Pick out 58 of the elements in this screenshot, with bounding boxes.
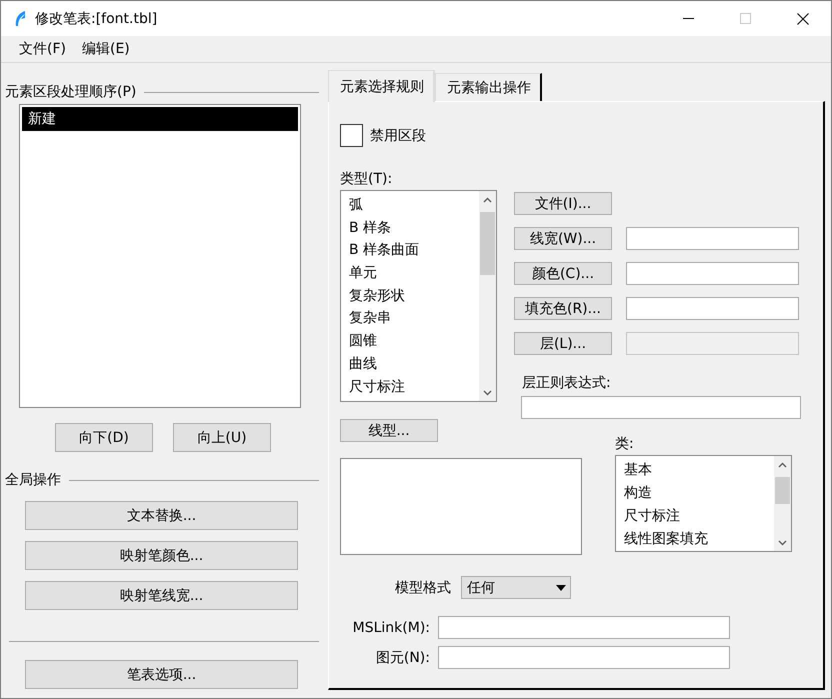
field-label: MSLink(M):: [352, 620, 431, 636]
input-field[interactable]: [626, 227, 799, 250]
move-up-button[interactable]: 向上(U): [173, 423, 271, 452]
model-format-dropdown[interactable]: 任何: [461, 576, 571, 599]
window-title: 修改笔表:[font.tbl]: [35, 10, 158, 28]
action-button[interactable]: 映射笔线宽...: [25, 581, 298, 610]
checkbox[interactable]: [340, 124, 363, 147]
app-icon: [13, 10, 27, 28]
action-button[interactable]: 映射笔颜色...: [25, 541, 298, 570]
input-field[interactable]: [438, 616, 730, 639]
move-down-button[interactable]: 向下(D): [55, 423, 153, 452]
list-item[interactable]: 构造: [618, 482, 772, 505]
list-item[interactable]: B 样条曲面: [343, 239, 477, 262]
attribute-button[interactable]: 文件(I)...: [514, 192, 612, 215]
list-item[interactable]: B 样条: [343, 216, 477, 240]
attribute-button[interactable]: 填充色(R)...: [514, 297, 612, 320]
scroll-up-icon[interactable]: [778, 462, 787, 468]
input-field[interactable]: [626, 297, 799, 320]
group-title: 全局操作: [5, 471, 61, 489]
list-item[interactable]: 曲线: [343, 352, 477, 376]
scroll-up-icon[interactable]: [483, 196, 492, 202]
tab[interactable]: 元素选择规则: [328, 70, 435, 102]
input-field[interactable]: [626, 262, 799, 285]
close-icon[interactable]: [796, 12, 808, 24]
list-item[interactable]: 线性图案填充: [618, 528, 772, 551]
list-item[interactable]: 尺寸标注: [618, 505, 772, 528]
minimize-icon[interactable]: [683, 18, 694, 20]
attribute-button[interactable]: 线宽(W)...: [514, 227, 612, 250]
scroll-down-icon[interactable]: [778, 540, 787, 546]
scrollbar-thumb[interactable]: [775, 477, 790, 504]
menu-item[interactable]: 文件(F): [11, 40, 74, 58]
field-label: 层正则表达式:: [522, 374, 612, 393]
checkbox-label: 禁用区段: [370, 126, 426, 144]
scrollbar-thumb[interactable]: [480, 212, 495, 275]
field-label: 图元(N):: [374, 648, 431, 666]
list-item[interactable]: 圆锥: [343, 330, 477, 353]
list-item[interactable]: 复杂串: [343, 307, 477, 330]
list-item[interactable]: 尺寸标注: [343, 376, 477, 398]
list-item[interactable]: 弧: [343, 194, 477, 217]
tab[interactable]: 元素输出操作: [435, 73, 542, 101]
list-item[interactable]: 新建: [22, 107, 298, 131]
dropdown-arrow-icon: [556, 584, 566, 590]
field-label: 类型(T):: [340, 170, 394, 189]
options-button[interactable]: 笔表选项...: [25, 660, 298, 689]
menu-item[interactable]: 编辑(E): [74, 40, 138, 58]
action-button[interactable]: 文本替换...: [25, 501, 298, 530]
list-item[interactable]: 单元: [343, 262, 477, 285]
input-field[interactable]: [521, 396, 801, 419]
field-label: 类:: [615, 435, 635, 454]
input-field[interactable]: [438, 646, 730, 669]
field-label: 模型格式: [394, 578, 452, 596]
attribute-button[interactable]: 颜色(C)...: [514, 262, 612, 285]
attribute-button[interactable]: 层(L)...: [514, 332, 612, 355]
group-title: 元素区段处理顺序(P): [5, 83, 136, 101]
list-item[interactable]: 基本: [618, 459, 772, 482]
linestyle-button[interactable]: 线型...: [340, 419, 438, 442]
list-item[interactable]: 复杂形状: [343, 284, 477, 308]
scroll-down-icon[interactable]: [483, 390, 492, 396]
